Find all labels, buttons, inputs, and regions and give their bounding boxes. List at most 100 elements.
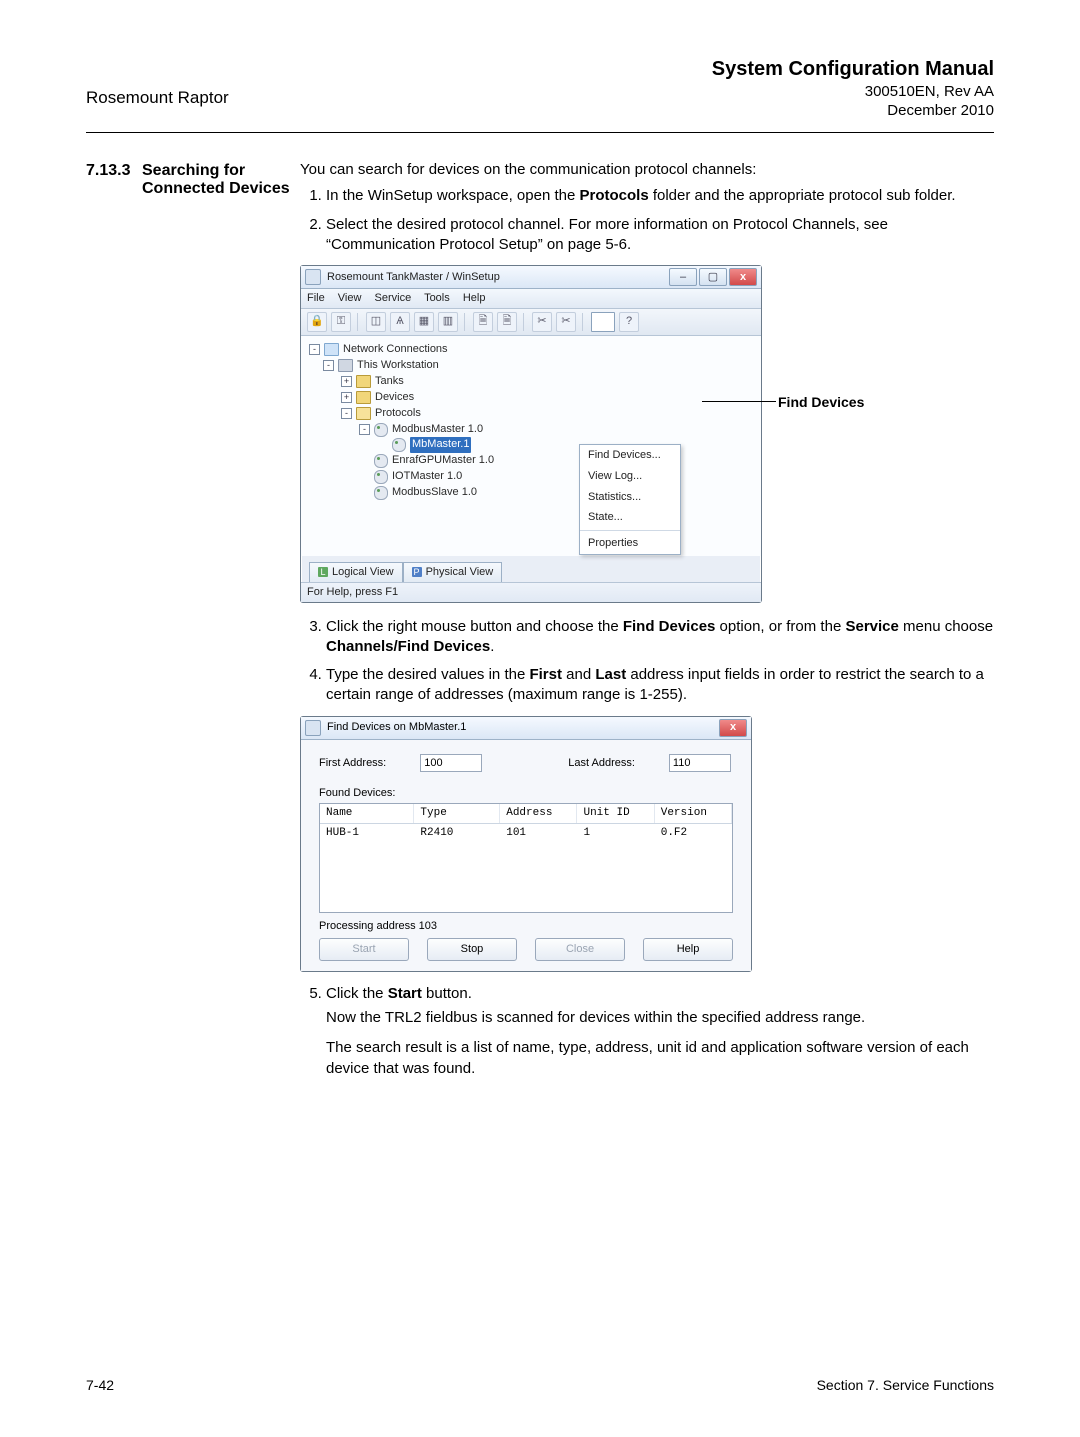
help-icon[interactable]: ? <box>619 312 639 332</box>
close-button[interactable]: x <box>729 268 757 286</box>
ctx-separator <box>580 530 680 531</box>
tree-iot[interactable]: IOTMaster 1.0 <box>392 469 462 485</box>
header-right: System Configuration Manual 300510EN, Re… <box>712 58 994 119</box>
section-footer: Section 7. Service Functions <box>817 1377 994 1393</box>
protocol-icon <box>374 470 388 484</box>
section-title: Searching for Connected Devices <box>142 162 296 198</box>
folder-icon <box>356 375 371 388</box>
step-2: Select the desired protocol channel. For… <box>326 215 994 256</box>
dialog-titlebar: Find Devices on MbMaster.1 x <box>301 717 751 740</box>
minimize-button[interactable]: – <box>669 268 697 286</box>
close-button[interactable]: Close <box>535 938 625 961</box>
tree-enraf[interactable]: EnrafGPUMaster 1.0 <box>392 453 494 469</box>
doc-date: December 2010 <box>712 102 994 119</box>
tree-devices[interactable]: Devices <box>375 390 414 406</box>
workstation-icon <box>338 359 353 372</box>
tree-protocols[interactable]: Protocols <box>375 406 421 422</box>
step-4: Type the desired values in the First and… <box>326 665 994 706</box>
expand-icon[interactable]: + <box>341 376 352 387</box>
stop-icon[interactable]: ◧ <box>591 312 615 332</box>
menu-view[interactable]: View <box>338 292 362 304</box>
maximize-button[interactable]: ▢ <box>699 268 727 286</box>
dev-icon[interactable]: ▥ <box>438 312 458 332</box>
menu-tools[interactable]: Tools <box>424 292 450 304</box>
section-heading: 7.13.3 Searching for Connected Devices <box>86 162 296 198</box>
expand-icon[interactable]: - <box>309 344 320 355</box>
last-address-input[interactable]: 110 <box>669 754 731 773</box>
gauge-icon[interactable]: ◫ <box>366 312 386 332</box>
protocol-icon <box>374 454 388 468</box>
dialog-close-button[interactable]: x <box>719 719 747 737</box>
table-row[interactable]: HUB-1 R2410 101 1 0.F2 <box>320 824 732 912</box>
statusbar: For Help, press F1 <box>301 582 761 602</box>
toolbar-sep <box>582 313 585 331</box>
lock-icon[interactable]: 🔒 <box>307 312 327 332</box>
key-icon[interactable]: ⚿ <box>331 312 351 332</box>
toolbar-sep <box>523 313 526 331</box>
tab-logical-view[interactable]: LLogical View <box>309 562 403 582</box>
window-title: Rosemount TankMaster / WinSetup <box>327 270 669 285</box>
context-menu: Find Devices... View Log... Statistics..… <box>579 444 681 555</box>
winsetup-window: Rosemount TankMaster / WinSetup – ▢ x Fi… <box>300 265 762 603</box>
tree-ws[interactable]: This Workstation <box>357 358 439 374</box>
ctx-statistics[interactable]: Statistics... <box>580 487 680 508</box>
callout-line <box>702 401 776 402</box>
menu-file[interactable]: File <box>307 292 325 304</box>
toolbar-sep <box>357 313 360 331</box>
intro-text: You can search for devices on the commun… <box>300 160 994 180</box>
expand-icon[interactable]: + <box>341 392 352 403</box>
tab-physical-view[interactable]: PPhysical View <box>403 562 503 582</box>
app-icon <box>305 269 321 285</box>
col-type: Type <box>414 804 500 823</box>
dialog-icon <box>305 720 321 736</box>
cut-icon[interactable]: ✂ <box>532 312 552 332</box>
first-address-input[interactable]: 100 <box>420 754 482 773</box>
ctx-view-log[interactable]: View Log... <box>580 466 680 487</box>
section-number: 7.13.3 <box>86 162 130 180</box>
folder-icon <box>356 391 371 404</box>
col-name: Name <box>320 804 414 823</box>
expand-icon[interactable]: - <box>359 424 370 435</box>
tree-view: -Network Connections -This Workstation +… <box>301 336 761 556</box>
manual-page: Rosemount Raptor System Configuration Ma… <box>0 0 1080 1437</box>
last-address-label: Last Address: <box>568 756 635 771</box>
processing-status: Processing address 103 <box>319 919 733 934</box>
step-3: Click the right mouse button and choose … <box>326 617 994 658</box>
titlebar: Rosemount TankMaster / WinSetup – ▢ x <box>301 266 761 289</box>
tree-slave[interactable]: ModbusSlave 1.0 <box>392 485 477 501</box>
ctx-state[interactable]: State... <box>580 507 680 528</box>
toolbar-sep <box>464 313 467 331</box>
dialog-title: Find Devices on MbMaster.1 <box>327 720 719 735</box>
found-devices-list: Name Type Address Unit ID Version HUB-1 … <box>319 803 733 913</box>
stop-button[interactable]: Stop <box>427 938 517 961</box>
menu-help[interactable]: Help <box>463 292 486 304</box>
expand-icon[interactable]: - <box>341 408 352 419</box>
page-number: 7-42 <box>86 1377 114 1393</box>
menu-service[interactable]: Service <box>375 292 412 304</box>
tree-selected-channel[interactable]: MbMaster.1 <box>410 437 471 453</box>
toolbar: 🔒 ⚿ ◫ Ѧ ▦ ▥ 🗎 🗎 ✂ ✂ ◧ <box>301 309 761 336</box>
folder-open-icon <box>356 407 371 420</box>
ctx-properties[interactable]: Properties <box>580 533 680 554</box>
protocol-icon <box>374 486 388 500</box>
found-devices-label: Found Devices: <box>319 786 733 801</box>
doc2-icon[interactable]: 🗎 <box>497 312 517 332</box>
col-address: Address <box>500 804 577 823</box>
find-icon[interactable]: Ѧ <box>390 312 410 332</box>
channel-icon <box>392 438 406 452</box>
expand-icon[interactable]: - <box>323 360 334 371</box>
help-button[interactable]: Help <box>643 938 733 961</box>
col-version: Version <box>655 804 732 823</box>
props-icon[interactable]: ▦ <box>414 312 434 332</box>
cut2-icon[interactable]: ✂ <box>556 312 576 332</box>
step-1: In the WinSetup workspace, open the Prot… <box>326 186 994 206</box>
menubar: File View Service Tools Help <box>301 289 761 309</box>
tree-root[interactable]: Network Connections <box>343 342 448 358</box>
doc1-icon[interactable]: 🗎 <box>473 312 493 332</box>
view-tabs: LLogical View PPhysical View <box>301 556 761 582</box>
ctx-find-devices[interactable]: Find Devices... <box>580 445 680 466</box>
start-button[interactable]: Start <box>319 938 409 961</box>
tree-tanks[interactable]: Tanks <box>375 374 404 390</box>
tree-modbusmaster[interactable]: ModbusMaster 1.0 <box>392 422 483 438</box>
doc-number: 300510EN, Rev AA <box>712 83 994 100</box>
